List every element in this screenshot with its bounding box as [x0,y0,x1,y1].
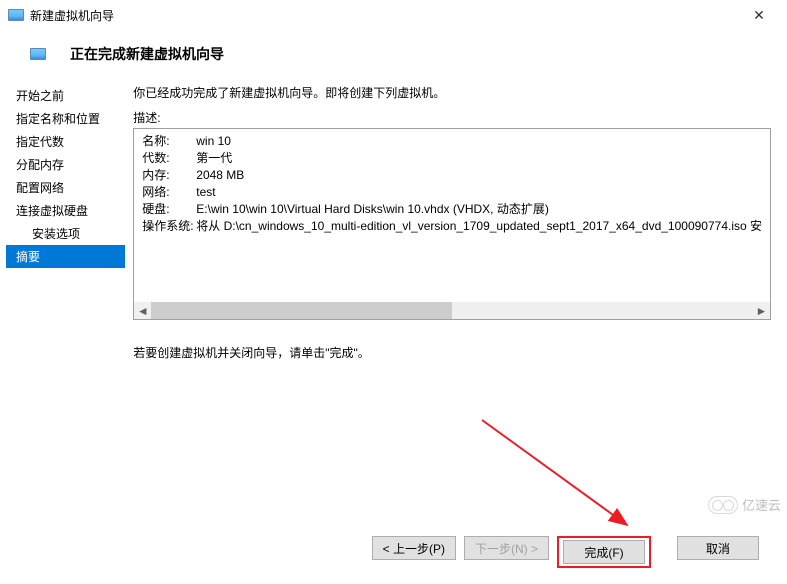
wizard-footer: < 上一步(P) 下一步(N) > 完成(F) 取消 [372,536,759,568]
sidebar: 开始之前 指定名称和位置 指定代数 分配内存 配置网络 连接虚拟硬盘 安装选项 … [6,78,125,558]
close-hint-text: 若要创建虚拟机并关闭向导，请单击"完成"。 [133,344,771,361]
detail-row-disk: 硬盘: E:\win 10\win 10\Virtual Hard Disks\… [142,201,762,218]
scroll-right-arrow-icon[interactable]: ► [753,302,770,319]
detail-label: 操作系统: [142,218,196,235]
finish-button-highlight: 完成(F) [557,536,651,568]
detail-label: 内存: [142,167,196,184]
detail-value: win 10 [196,133,231,150]
detail-label: 网络: [142,184,196,201]
watermark: 亿速云 [708,495,781,514]
sidebar-item-summary[interactable]: 摘要 [6,245,125,268]
content-panel: 你已经成功完成了新建虚拟机向导。即将创建下列虚拟机。 描述: 名称: win 1… [125,78,787,558]
sidebar-item-generation[interactable]: 指定代数 [6,130,125,153]
intro-text: 你已经成功完成了新建虚拟机向导。即将创建下列虚拟机。 [133,84,771,101]
detail-value: 2048 MB [196,167,244,184]
finish-button[interactable]: 完成(F) [563,540,645,564]
wizard-body: 开始之前 指定名称和位置 指定代数 分配内存 配置网络 连接虚拟硬盘 安装选项 … [0,78,787,558]
detail-row-memory: 内存: 2048 MB [142,167,762,184]
sidebar-item-install-options[interactable]: 安装选项 [6,222,125,245]
scroll-left-arrow-icon[interactable]: ◄ [134,302,151,319]
detail-label: 代数: [142,150,196,167]
next-button: 下一步(N) > [464,536,549,560]
titlebar: 新建虚拟机向导 ✕ [0,0,787,30]
sidebar-item-vhd[interactable]: 连接虚拟硬盘 [6,199,125,222]
sidebar-item-network[interactable]: 配置网络 [6,176,125,199]
horizontal-scrollbar[interactable]: ◄ ► [134,302,770,319]
sidebar-item-before-begin[interactable]: 开始之前 [6,84,125,107]
detail-label: 名称: [142,133,196,150]
detail-value: 第一代 [196,150,232,167]
cancel-button[interactable]: 取消 [677,536,759,560]
scroll-track[interactable] [151,302,753,319]
detail-value: test [196,184,215,201]
scroll-thumb[interactable] [151,302,452,319]
wizard-icon [30,48,46,60]
detail-row-name: 名称: win 10 [142,133,762,150]
details-box: 名称: win 10 代数: 第一代 内存: 2048 MB 网络: test … [133,128,771,320]
window-title: 新建虚拟机向导 [30,7,739,24]
detail-row-generation: 代数: 第一代 [142,150,762,167]
detail-row-os: 操作系统: 将从 D:\cn_windows_10_multi-edition_… [142,218,762,235]
wizard-title: 正在完成新建虚拟机向导 [70,44,224,64]
app-icon [8,9,24,21]
close-icon[interactable]: ✕ [739,7,779,24]
wizard-header: 正在完成新建虚拟机向导 [0,30,787,78]
detail-label: 硬盘: [142,201,196,218]
detail-value: E:\win 10\win 10\Virtual Hard Disks\win … [196,201,549,218]
description-label: 描述: [133,109,771,126]
details-list: 名称: win 10 代数: 第一代 内存: 2048 MB 网络: test … [134,129,770,239]
sidebar-item-memory[interactable]: 分配内存 [6,153,125,176]
detail-row-network: 网络: test [142,184,762,201]
watermark-logo-icon [708,496,738,514]
watermark-text: 亿速云 [742,495,781,514]
previous-button[interactable]: < 上一步(P) [372,536,456,560]
detail-value: 将从 D:\cn_windows_10_multi-edition_vl_ver… [196,218,762,235]
sidebar-item-name-location[interactable]: 指定名称和位置 [6,107,125,130]
